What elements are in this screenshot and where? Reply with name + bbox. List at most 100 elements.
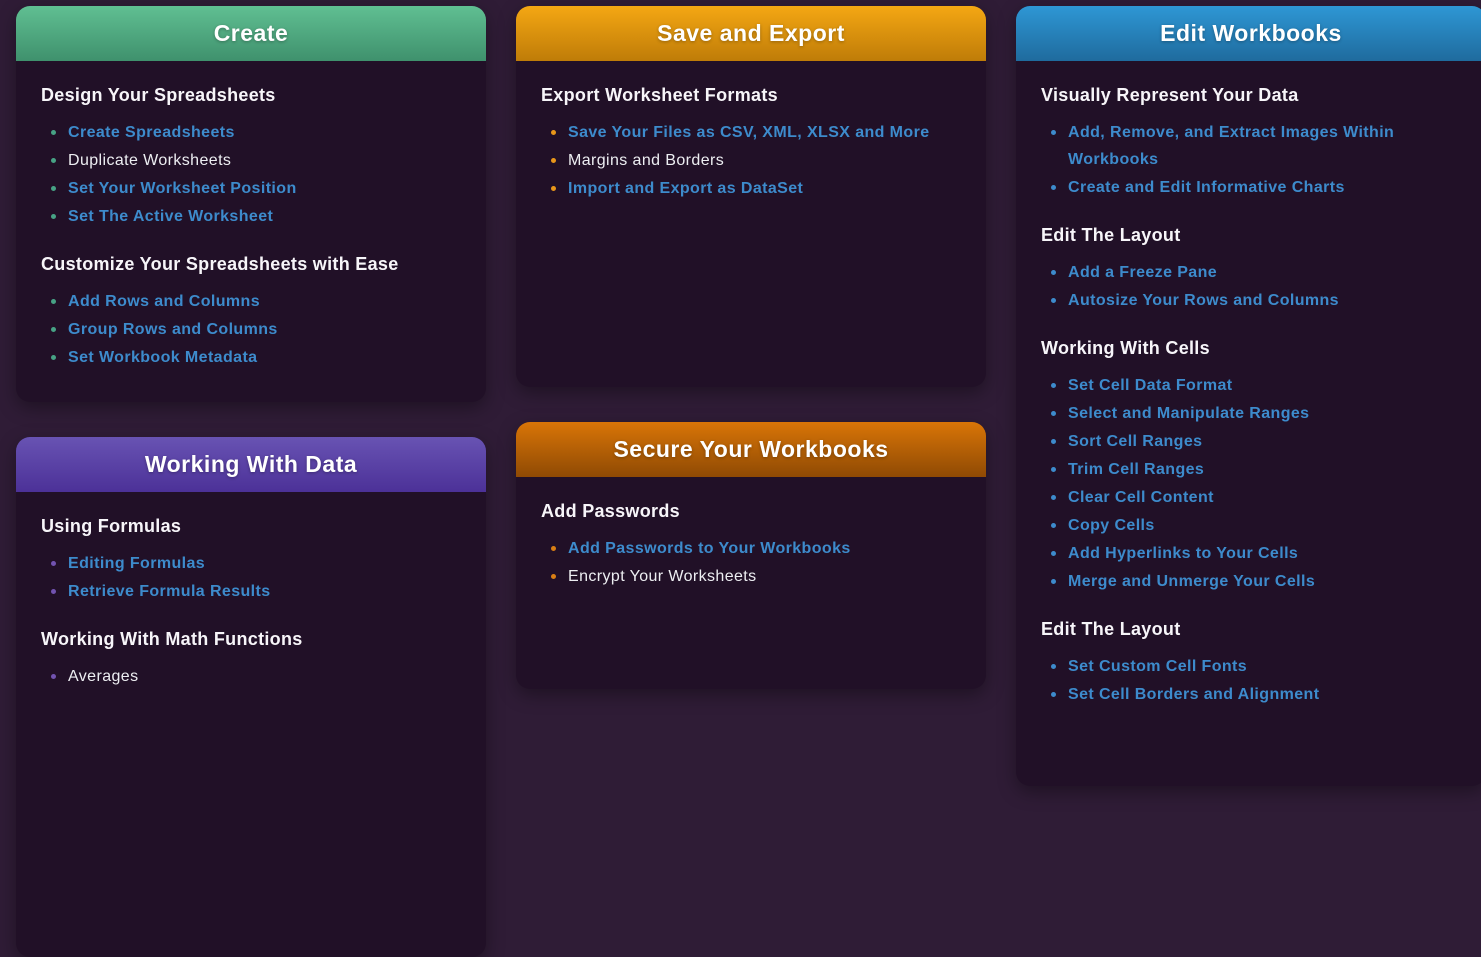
feature-text: Encrypt Your Worksheets [568,568,757,585]
feature-link[interactable]: Set Custom Cell Fonts [1068,658,1247,675]
bullet-icon [51,299,56,304]
list-item: Create Spreadsheets [51,119,461,146]
section-heading: Edit The Layout [1041,619,1461,640]
list-item: Save Your Files as CSV, XML, XLSX and Mo… [551,119,961,146]
card-body: Export Worksheet Formats Save Your Files … [516,61,986,221]
feature-link[interactable]: Copy Cells [1068,517,1155,534]
card-secure-your-workbooks-header: Secure Your Workbooks [516,422,986,477]
feature-list: Editing Formulas Retrieve Formula Results [41,550,461,605]
feature-link[interactable]: Trim Cell Ranges [1068,461,1204,478]
list-item: Retrieve Formula Results [51,578,461,605]
feature-list: Set Custom Cell Fonts Set Cell Borders an… [1041,653,1461,708]
feature-link[interactable]: Set Workbook Metadata [68,349,257,366]
feature-link[interactable]: Add, Remove, and Extract Images Within W… [1068,124,1394,168]
feature-list: Add, Remove, and Extract Images Within W… [1041,119,1461,201]
list-item: Sort Cell Ranges [1051,428,1461,455]
bullet-icon [51,355,56,360]
feature-link[interactable]: Import and Export as DataSet [568,180,803,197]
card-edit-workbooks: Edit Workbooks Visually Represent Your Da… [1016,6,1481,786]
feature-link[interactable]: Select and Manipulate Ranges [1068,405,1309,422]
list-item: Clear Cell Content [1051,484,1461,511]
bullet-icon [51,214,56,219]
feature-link[interactable]: Set The Active Worksheet [68,208,273,225]
card-create-header: Create [16,6,486,61]
bullet-icon [1051,298,1056,303]
feature-list: Add a Freeze Pane Autosize Your Rows and … [1041,259,1461,314]
feature-link[interactable]: Add Rows and Columns [68,293,260,310]
list-item: Editing Formulas [51,550,461,577]
list-item: Set Cell Borders and Alignment [1051,681,1461,708]
bullet-icon [1051,411,1056,416]
feature-link[interactable]: Set Cell Borders and Alignment [1068,686,1319,703]
section-heading: Add Passwords [541,501,961,522]
bullet-icon [1051,579,1056,584]
list-item: Duplicate Worksheets [51,147,461,174]
card-secure-your-workbooks: Secure Your WorkbooksAdd PasswordsAdd Pa… [516,422,986,689]
feature-list: Add Passwords to Your Workbooks Encrypt Y… [541,535,961,590]
feature-link[interactable]: Editing Formulas [68,555,205,572]
list-item: Merge and Unmerge Your Cells [1051,568,1461,595]
column-right: Edit Workbooks Visually Represent Your Da… [1016,6,1481,786]
feature-list: Averages [41,663,461,690]
card-title: Secure Your Workbooks [613,436,888,463]
card-edit-workbooks-header: Edit Workbooks [1016,6,1481,61]
bullet-icon [551,158,556,163]
list-item: Autosize Your Rows and Columns [1051,287,1461,314]
feature-link[interactable]: Set Your Worksheet Position [68,180,297,197]
card-title: Create [214,20,289,47]
card-save-and-export-header: Save and Export [516,6,986,61]
card-body: Using Formulas Editing Formulas Retrieve F… [16,492,486,709]
list-item: Import and Export as DataSet [551,175,961,202]
bullet-icon [1051,495,1056,500]
card-body: Add Passwords Add Passwords to Your Workb… [516,477,986,609]
card-save-and-export: Save and Export Export Worksheet Formats S… [516,6,986,387]
feature-link[interactable]: Add Hyperlinks to Your Cells [1068,545,1298,562]
list-item: Add Passwords to Your Workbooks [551,535,961,562]
bullet-icon [1051,664,1056,669]
bullet-icon [551,186,556,191]
card-working-with-data: Working With Data Using Formulas Editing F… [16,437,486,957]
feature-link[interactable]: Group Rows and Columns [68,321,278,338]
section-heading: Export Worksheet Formats [541,85,961,106]
card-title: Edit Workbooks [1160,20,1342,47]
bullet-icon [1051,383,1056,388]
feature-link[interactable]: Merge and Unmerge Your Cells [1068,573,1315,590]
list-item: Set Cell Data Format [1051,372,1461,399]
feature-link[interactable]: Retrieve Formula Results [68,583,271,600]
bullet-icon [51,158,56,163]
feature-link[interactable]: Sort Cell Ranges [1068,433,1202,450]
list-item: Add Rows and Columns [51,288,461,315]
bullet-icon [1051,467,1056,472]
bullet-icon [51,589,56,594]
feature-link[interactable]: Save Your Files as CSV, XML, XLSX and Mo… [568,124,930,141]
card-body: Design Your SpreadsheetsCreate Spreadshe… [16,61,486,390]
feature-link[interactable]: Clear Cell Content [1068,489,1214,506]
feature-text: Margins and Borders [568,152,724,169]
list-item: Set Workbook Metadata [51,344,461,371]
list-item: Set Custom Cell Fonts [1051,653,1461,680]
feature-text: Duplicate Worksheets [68,152,231,169]
feature-link[interactable]: Create Spreadsheets [68,124,235,141]
section-heading: Using Formulas [41,516,461,537]
feature-link[interactable]: Create and Edit Informative Charts [1068,179,1345,196]
feature-link[interactable]: Add a Freeze Pane [1068,264,1217,281]
feature-link[interactable]: Autosize Your Rows and Columns [1068,292,1339,309]
section-heading: Working With Cells [1041,338,1461,359]
bullet-icon [51,327,56,332]
card-title: Save and Export [657,20,845,47]
list-item: Set Your Worksheet Position [51,175,461,202]
list-item: Trim Cell Ranges [1051,456,1461,483]
card-body: Visually Represent Your DataAdd, Remove,… [1016,61,1481,727]
bullet-icon [551,130,556,135]
list-item: Create and Edit Informative Charts [1051,174,1461,201]
feature-link[interactable]: Add Passwords to Your Workbooks [568,540,851,557]
feature-link[interactable]: Set Cell Data Format [1068,377,1232,394]
card-title: Working With Data [145,451,357,478]
feature-list: Create Spreadsheets Duplicate Worksheets S… [41,119,461,230]
bullet-icon [51,130,56,135]
bullet-icon [1051,130,1056,135]
column-left: Create Design Your SpreadsheetsCreate Spr… [16,6,486,957]
feature-list: Save Your Files as CSV, XML, XLSX and Mo… [541,119,961,202]
section-heading: Customize Your Spreadsheets with Ease [41,254,461,275]
bullet-icon [1051,270,1056,275]
